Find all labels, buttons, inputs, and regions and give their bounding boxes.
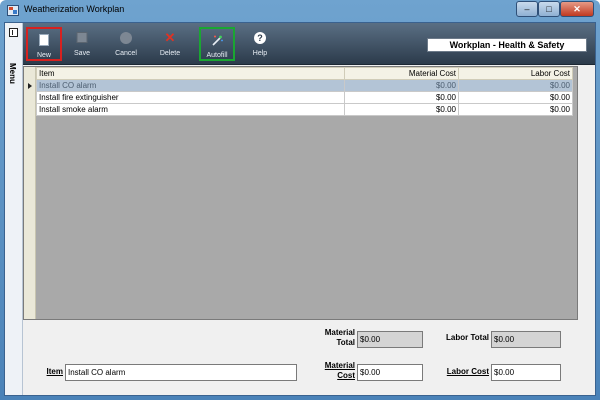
current-row-arrow-icon xyxy=(28,83,32,89)
save-icon xyxy=(76,32,88,43)
table-row[interactable]: Install fire extinguisher $0.00 $0.00 xyxy=(36,91,573,104)
cell-material-cost[interactable]: $0.00 xyxy=(344,79,459,92)
grid-table: Item Material Cost Labor Cost Install CO… xyxy=(36,67,573,116)
table-row[interactable]: Install smoke alarm $0.00 $0.00 xyxy=(36,103,573,116)
minimize-button[interactable]: – xyxy=(516,1,538,17)
material-cost-input[interactable]: $0.00 xyxy=(357,364,423,381)
delete-button[interactable]: ✕ Delete xyxy=(152,27,188,61)
cell-labor-cost[interactable]: $0.00 xyxy=(458,91,573,104)
cell-labor-cost[interactable]: $0.00 xyxy=(458,79,573,92)
help-button-label: Help xyxy=(252,50,268,57)
delete-button-label: Delete xyxy=(159,50,181,57)
help-button[interactable]: ? Help xyxy=(242,27,278,61)
cell-item[interactable]: Install CO alarm xyxy=(36,79,345,92)
save-button-label: Save xyxy=(74,50,90,57)
pin-icon[interactable] xyxy=(9,28,18,37)
app-window: Weatherization Workplan – □ ✕ Menu New S… xyxy=(0,0,600,400)
window-title: Weatherization Workplan xyxy=(24,4,125,14)
client-area: Menu New Save Cancel ✕ Delete Autofill ?… xyxy=(4,22,596,396)
column-header-labor-cost[interactable]: Labor Cost xyxy=(458,67,573,80)
autofill-button[interactable]: Autofill xyxy=(199,27,235,61)
title-bar[interactable]: Weatherization Workplan – □ ✕ xyxy=(0,0,600,22)
menu-label[interactable]: Menu xyxy=(8,63,17,84)
new-document-icon xyxy=(39,34,49,46)
material-total-label-line2: Total xyxy=(336,338,355,347)
delete-icon: ✕ xyxy=(164,30,176,45)
items-grid[interactable]: Item Material Cost Labor Cost Install CO… xyxy=(23,66,578,320)
column-header-item[interactable]: Item xyxy=(36,67,345,80)
item-input[interactable]: Install CO alarm xyxy=(65,364,297,381)
cell-material-cost[interactable]: $0.00 xyxy=(344,103,459,116)
toolbar: New Save Cancel ✕ Delete Autofill ? Help… xyxy=(23,23,595,65)
material-cost-label: Material Cost xyxy=(309,361,355,381)
cancel-button[interactable]: Cancel xyxy=(108,27,144,61)
maximize-button[interactable]: □ xyxy=(538,1,560,17)
save-button[interactable]: Save xyxy=(64,27,100,61)
cancel-button-label: Cancel xyxy=(115,50,137,57)
row-header[interactable] xyxy=(24,106,36,118)
new-button-label: New xyxy=(36,52,51,59)
row-header-selected[interactable] xyxy=(24,80,36,92)
labor-total-label: Labor Total xyxy=(446,333,489,342)
material-total-label-line1: Material xyxy=(324,328,355,337)
row-header-column xyxy=(24,67,36,319)
autofill-wand-icon xyxy=(212,35,223,46)
row-header[interactable] xyxy=(24,93,36,105)
labor-cost-label: Labor Cost xyxy=(446,367,489,376)
column-header-material-cost[interactable]: Material Cost xyxy=(344,67,459,80)
material-total-field: $0.00 xyxy=(357,331,423,348)
cell-item[interactable]: Install smoke alarm xyxy=(36,103,345,116)
app-icon xyxy=(7,5,19,16)
close-button[interactable]: ✕ xyxy=(560,1,594,17)
cell-material-cost[interactable]: $0.00 xyxy=(344,91,459,104)
grid-header-row: Item Material Cost Labor Cost xyxy=(36,67,573,80)
cancel-icon xyxy=(120,32,132,44)
section-title: Workplan - Health & Safety xyxy=(427,38,587,52)
side-menu[interactable]: Menu xyxy=(5,23,23,395)
material-cost-label-line1: Material xyxy=(324,361,355,370)
labor-cost-input[interactable]: $0.00 xyxy=(491,364,561,381)
autofill-button-label: Autofill xyxy=(206,52,228,59)
cell-item[interactable]: Install fire extinguisher xyxy=(36,91,345,104)
new-button[interactable]: New xyxy=(26,27,62,61)
cell-labor-cost[interactable]: $0.00 xyxy=(458,103,573,116)
table-row[interactable]: Install CO alarm $0.00 $0.00 xyxy=(36,79,573,92)
help-icon: ? xyxy=(254,32,266,44)
item-label: Item xyxy=(46,367,63,376)
material-total-label: Material Total xyxy=(309,328,355,348)
labor-total-field: $0.00 xyxy=(491,331,561,348)
material-cost-label-line2: Cost xyxy=(337,371,355,380)
